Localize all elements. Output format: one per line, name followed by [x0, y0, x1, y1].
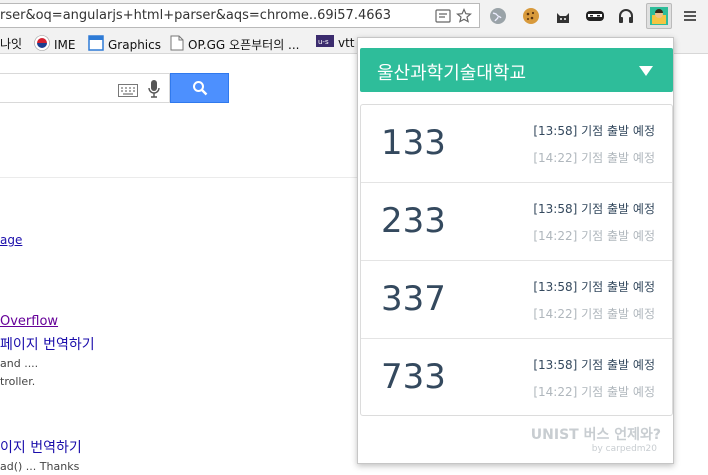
- next-departure: [13:58] 기점 출발 예정: [533, 280, 655, 294]
- route-number: 337: [381, 279, 446, 319]
- later-departure: [14:22] 기점 출발 예정: [533, 229, 655, 243]
- station-selector[interactable]: 울산과학기술대학교: [360, 48, 673, 92]
- result-title[interactable]: 페이지 번역하기: [0, 334, 95, 354]
- station-title: 울산과학기술대학교: [377, 63, 527, 84]
- microphone-icon[interactable]: [148, 79, 160, 103]
- later-departure: [14:22] 기점 출발 예정: [533, 385, 655, 399]
- route-row: 337 [13:58] 기점 출발 예정 [14:22] 기점 출발 예정: [361, 261, 672, 339]
- bookmark-label: vtt: [338, 35, 355, 50]
- bookmark-item[interactable]: IME: [34, 35, 75, 54]
- bookmark-item[interactable]: OP.GG 오픈부터의 ...: [170, 35, 300, 54]
- bookmark-label: Graphics: [108, 37, 161, 52]
- globe-icon[interactable]: [487, 5, 509, 27]
- dropdown-caret-icon: [639, 66, 653, 76]
- search-icon: [192, 80, 208, 100]
- app-credit: by carpedm20: [591, 444, 657, 454]
- app-name: UNIST 버스 언제와?: [530, 427, 661, 443]
- graphics-icon: [88, 35, 104, 54]
- result-snippet: ad() ... Thanks: [0, 460, 80, 473]
- headphones-icon[interactable]: [615, 5, 637, 27]
- result-title[interactable]: 이지 번역하기: [0, 437, 82, 457]
- cookie-icon[interactable]: [520, 5, 542, 27]
- result-link[interactable]: age: [0, 233, 22, 247]
- bookmark-item[interactable]: Graphics: [88, 35, 161, 54]
- bus-popup: 울산과학기술대학교 133 [13:58] 기점 출발 예정 [14:22] 기…: [357, 37, 674, 464]
- next-departure: [13:58] 기점 출발 예정: [533, 124, 655, 138]
- menu-icon[interactable]: [679, 5, 701, 27]
- page-icon: [170, 35, 184, 54]
- result-link[interactable]: Overflow: [0, 314, 58, 329]
- url-text: rser&oq=angularjs+html+parser&aqs=chrome…: [0, 8, 392, 23]
- bus-extension-icon[interactable]: [646, 3, 672, 29]
- address-bar[interactable]: rser&oq=angularjs+html+parser&aqs=chrome…: [0, 3, 480, 28]
- result-snippet: and ....: [0, 357, 39, 370]
- bookmark-label: IME: [54, 37, 76, 52]
- next-departure: [13:58] 기점 출발 예정: [533, 358, 655, 372]
- route-row: 733 [13:58] 기점 출발 예정 [14:22] 기점 출발 예정: [361, 339, 672, 417]
- next-departure: [13:58] 기점 출발 예정: [533, 202, 655, 216]
- route-row: 233 [13:58] 기점 출발 예정 [14:22] 기점 출발 예정: [361, 183, 672, 261]
- keyboard-icon[interactable]: [118, 82, 138, 101]
- korea-flag-icon: [34, 35, 50, 54]
- search-button[interactable]: [170, 73, 229, 103]
- later-departure: [14:22] 기점 출발 예정: [533, 151, 655, 165]
- bookmark-label: 나잇: [0, 37, 23, 51]
- route-number: 233: [381, 201, 446, 241]
- mask-icon[interactable]: [584, 5, 606, 27]
- route-list: 133 [13:58] 기점 출발 예정 [14:22] 기점 출발 예정 23…: [360, 104, 673, 416]
- browser-toolbar: rser&oq=angularjs+html+parser&aqs=chrome…: [0, 0, 708, 32]
- route-row: 133 [13:58] 기점 출발 예정 [14:22] 기점 출발 예정: [361, 105, 672, 183]
- star-icon[interactable]: [456, 8, 472, 24]
- bookmark-label: OP.GG 오픈부터의 ...: [188, 38, 300, 52]
- search-input[interactable]: [0, 73, 170, 103]
- page-action-icon[interactable]: [435, 8, 451, 24]
- results-divider: [0, 177, 360, 178]
- result-snippet: troller.: [0, 375, 36, 388]
- cat-icon[interactable]: [552, 5, 574, 27]
- later-departure: [14:22] 기점 출발 예정: [533, 307, 655, 321]
- route-number: 733: [381, 357, 446, 397]
- us-icon: u-s: [316, 35, 334, 50]
- route-number: 133: [381, 123, 446, 163]
- bookmark-item[interactable]: u-s vtt: [316, 35, 355, 50]
- bookmark-item[interactable]: 나잇: [0, 35, 22, 52]
- svg-text:u-s: u-s: [318, 38, 329, 46]
